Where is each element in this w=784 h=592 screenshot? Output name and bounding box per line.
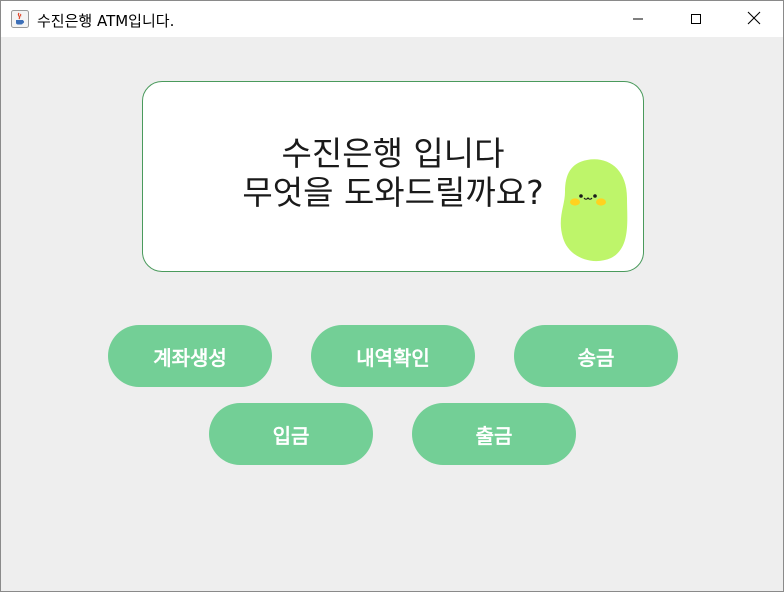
close-icon xyxy=(747,10,761,29)
transfer-button[interactable]: 송금 xyxy=(514,325,678,387)
window-title: 수진은행 ATM입니다. xyxy=(37,12,175,30)
maximize-icon xyxy=(690,10,702,29)
maximize-button[interactable] xyxy=(667,1,725,37)
check-history-button[interactable]: 내역확인 xyxy=(311,325,475,387)
greeting-panel: 수진은행 입니다 무엇을 도와드릴까요? xyxy=(142,81,644,272)
java-coffee-icon xyxy=(11,10,29,28)
minimize-icon xyxy=(632,10,644,29)
bean-character-icon xyxy=(557,158,632,262)
deposit-button[interactable]: 입금 xyxy=(209,403,373,465)
withdraw-button[interactable]: 출금 xyxy=(412,403,576,465)
close-button[interactable] xyxy=(725,1,783,37)
atm-window: 수진은행 ATM입니다. 수진은행 입니다 무엇을 도와드릴까요? 계좌생성 내… xyxy=(0,0,784,592)
create-account-button[interactable]: 계좌생성 xyxy=(108,325,272,387)
minimize-button[interactable] xyxy=(609,1,667,37)
title-bar[interactable]: 수진은행 ATM입니다. xyxy=(1,1,783,37)
